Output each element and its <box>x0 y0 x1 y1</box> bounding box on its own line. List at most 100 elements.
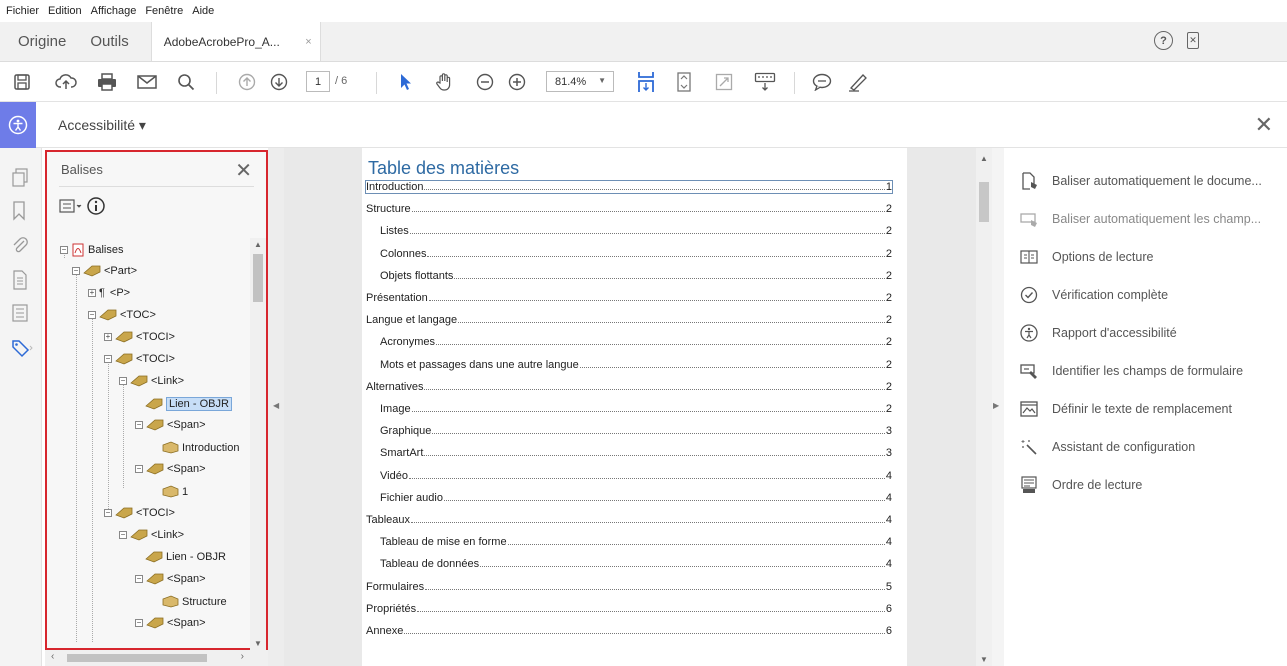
tags-icon[interactable] <box>11 338 33 358</box>
tab-close-icon[interactable]: × <box>305 36 311 48</box>
scroll-up-icon[interactable]: ▲ <box>254 240 262 249</box>
document-view[interactable]: Table des matières Introduction 1 Structur… <box>284 148 976 666</box>
toc-entry[interactable]: Mots et passages dans une autre langue 2 <box>380 359 892 371</box>
identify-form-fields-item[interactable]: Identifier les champs de formulaire <box>1020 362 1243 380</box>
content-icon[interactable] <box>11 270 31 290</box>
rotate-view-icon[interactable] <box>672 70 696 94</box>
toc-entry[interactable]: Fichier audio 4 <box>380 492 892 504</box>
help-icon[interactable]: ? <box>1154 31 1173 50</box>
comment-icon[interactable] <box>810 70 834 94</box>
toc-entry[interactable]: Structure 2 <box>366 203 892 215</box>
menu-view[interactable]: Affichage <box>91 5 137 17</box>
page-thumbnails-icon[interactable] <box>11 168 31 188</box>
tool-title[interactable]: Accessibilité ▾ <box>58 117 146 134</box>
tree-node[interactable]: − <Span> <box>135 617 206 629</box>
tree-node[interactable]: Lien - OBJR <box>145 551 226 563</box>
tree-node[interactable]: − <Span> <box>135 419 206 431</box>
full-screen-icon[interactable] <box>712 70 736 94</box>
select-tool-icon[interactable] <box>396 70 416 94</box>
toc-entry[interactable]: Listes 2 <box>380 225 892 237</box>
tags-horizontal-scrollbar[interactable]: ‹ › <box>45 650 268 666</box>
scroll-down-icon[interactable]: ▼ <box>980 655 988 664</box>
alt-text-item[interactable]: Définir le texte de remplacement <box>1020 400 1232 418</box>
tree-node[interactable]: Structure <box>161 595 227 608</box>
tree-node[interactable]: − Balises <box>60 243 123 257</box>
page-number-input[interactable]: 1 <box>306 71 330 92</box>
search-icon[interactable] <box>174 70 198 94</box>
toc-entry[interactable]: Colonnes 2 <box>380 248 892 260</box>
toc-entry[interactable]: SmartArt 3 <box>380 447 892 459</box>
toc-entry[interactable]: Propriétés 6 <box>366 603 892 615</box>
toc-entry[interactable]: Tableau de données 4 <box>380 558 892 570</box>
toc-entry[interactable]: Langue et langage 2 <box>366 314 892 326</box>
options-menu-icon[interactable] <box>59 198 83 217</box>
left-panel-splitter[interactable]: ◀ <box>268 148 284 666</box>
tab-document[interactable]: AdobeAcrobePro_A... × <box>150 22 321 61</box>
setup-assistant-item[interactable]: Assistant de configuration <box>1020 438 1195 456</box>
tab-home[interactable]: Origine <box>0 22 78 61</box>
toc-entry[interactable]: Image 2 <box>380 403 892 415</box>
info-icon[interactable] <box>87 197 105 218</box>
scroll-up-icon[interactable]: ▲ <box>980 154 988 163</box>
save-icon[interactable] <box>10 70 34 94</box>
tree-node[interactable]: Introduction <box>161 441 239 454</box>
toc-entry[interactable]: Tableau de mise en forme 4 <box>380 536 892 548</box>
reading-order-item[interactable]: Ordre de lecture <box>1020 476 1142 494</box>
tree-node[interactable]: + ¶ <P> <box>88 287 130 299</box>
close-tool-icon[interactable]: ✕ <box>1255 114 1273 136</box>
keyboard-scroll-icon[interactable] <box>752 70 778 94</box>
tree-node[interactable]: − <Link> <box>119 529 184 541</box>
hand-tool-icon[interactable] <box>432 70 456 94</box>
menu-file[interactable]: Fichier <box>6 5 39 17</box>
collapse-left-icon[interactable]: ◀ <box>273 401 279 410</box>
toc-entry[interactable]: Présentation 2 <box>366 292 892 304</box>
toc-entry[interactable]: Alternatives 2 <box>366 381 892 393</box>
right-panel-splitter[interactable]: ▶ <box>992 148 1004 666</box>
menu-window[interactable]: Fenêtre <box>145 5 183 17</box>
zoom-level-select[interactable]: 81.4% ▼ <box>546 71 614 92</box>
print-icon[interactable] <box>95 70 119 94</box>
document-scrollbar[interactable]: ▲ ▼ <box>976 148 992 666</box>
menu-edit[interactable]: Edition <box>48 5 82 17</box>
toc-entry[interactable]: Introduction 1 <box>365 180 893 194</box>
tree-node[interactable]: − <Span> <box>135 463 206 475</box>
previous-page-icon[interactable] <box>236 70 258 94</box>
toc-entry[interactable]: Annexe 6 <box>366 625 892 637</box>
tree-node[interactable]: − <TOC> <box>88 309 156 321</box>
mobile-link-icon[interactable]: ✕ <box>1187 32 1199 49</box>
scroll-left-icon[interactable]: ‹ <box>51 651 54 662</box>
email-icon[interactable] <box>135 70 159 94</box>
full-check-item[interactable]: Vérification complète <box>1020 286 1168 304</box>
bookmark-icon[interactable] <box>11 201 31 221</box>
accessibility-report-item[interactable]: Rapport d'accessibilité <box>1020 324 1177 342</box>
order-icon[interactable] <box>11 303 31 323</box>
toc-entry[interactable]: Vidéo 4 <box>380 470 892 482</box>
next-page-icon[interactable] <box>268 70 290 94</box>
toc-entry[interactable]: Graphique 3 <box>380 425 892 437</box>
tree-node[interactable]: − <Span> <box>135 573 206 585</box>
tree-node[interactable]: − <TOCI> <box>104 507 175 519</box>
fit-page-icon[interactable] <box>634 70 658 94</box>
tree-node-selected[interactable]: Lien - OBJR <box>145 397 232 411</box>
toc-entry[interactable]: Formulaires 5 <box>366 581 892 593</box>
zoom-out-icon[interactable] <box>474 70 496 94</box>
toc-entry[interactable]: Tableaux 4 <box>366 514 892 526</box>
tab-tools[interactable]: Outils <box>78 22 140 61</box>
toc-entry[interactable]: Objets flottants 2 <box>380 270 892 282</box>
tree-node[interactable]: − <Link> <box>119 375 184 387</box>
scroll-right-icon[interactable]: › <box>241 651 244 662</box>
tree-node[interactable]: − <Part> <box>72 265 137 277</box>
cloud-upload-icon[interactable] <box>53 70 79 94</box>
attachment-icon[interactable] <box>11 235 31 255</box>
expand-right-icon[interactable]: ▶ <box>993 401 999 410</box>
reading-options-item[interactable]: Options de lecture <box>1020 248 1153 266</box>
toc-entry[interactable]: Acronymes 2 <box>380 336 892 348</box>
sign-pen-icon[interactable] <box>846 70 870 94</box>
autotag-fields-item[interactable]: Baliser automatiquement les champ... <box>1020 210 1261 228</box>
scroll-down-icon[interactable]: ▼ <box>254 639 262 648</box>
tree-node[interactable]: + <TOCI> <box>104 331 175 343</box>
tags-vertical-scrollbar[interactable]: ▲ ▼ <box>250 238 266 650</box>
tree-node[interactable]: − <TOCI> <box>104 353 175 365</box>
tree-node[interactable]: 1 <box>161 485 188 498</box>
close-panel-icon[interactable]: ✕ <box>235 158 252 183</box>
